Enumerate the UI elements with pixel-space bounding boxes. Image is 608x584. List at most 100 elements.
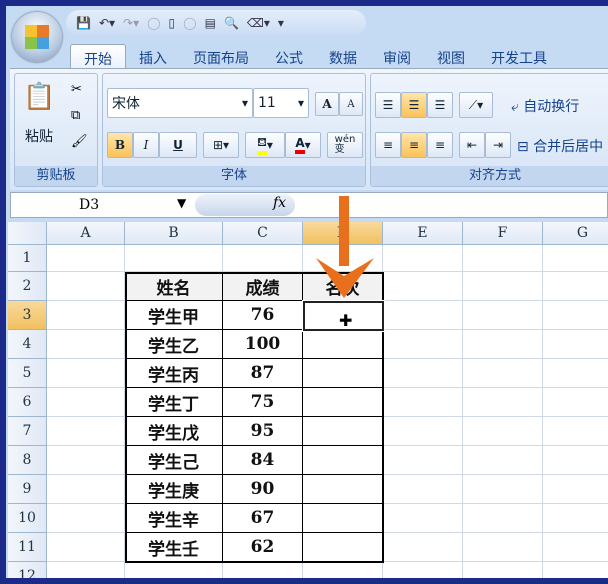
table-cell[interactable]: 87: [223, 359, 303, 388]
italic-button[interactable]: I: [133, 132, 159, 158]
row-header-8[interactable]: 8: [8, 446, 47, 475]
decrease-indent-button[interactable]: ⇤: [459, 132, 485, 158]
eraser-icon[interactable]: ⌫▾: [247, 16, 270, 30]
copy-icon[interactable]: ⧉: [71, 108, 80, 123]
table-cell[interactable]: 学生乙: [125, 330, 223, 359]
undo-icon[interactable]: ↶▾: [99, 16, 115, 30]
row-header-9[interactable]: 9: [8, 475, 47, 504]
table-cell[interactable]: 学生戊: [125, 417, 223, 446]
table-cell[interactable]: 67: [223, 504, 303, 533]
table-cell[interactable]: 学生甲: [125, 301, 223, 330]
grow-font-button[interactable]: A: [315, 92, 339, 116]
merge-icon: ⊟: [517, 139, 529, 155]
new-icon[interactable]: ▯: [169, 16, 176, 30]
column-header-f[interactable]: F: [463, 222, 543, 245]
cut-icon[interactable]: ✂: [71, 82, 82, 97]
align-top-button[interactable]: ☰: [375, 92, 401, 118]
shrink-font-button[interactable]: A: [339, 92, 363, 116]
excel-window: 💾 ↶▾ ↷▾ ◯ ▯ ◯ ▤ 🔍 ⌫▾ ▾ 开始 插入 页面布局 公式 数据 …: [6, 6, 608, 578]
table-cell[interactable]: 76: [223, 301, 303, 330]
row-header-4[interactable]: 4: [8, 330, 47, 359]
name-box-dropdown-icon[interactable]: ▼: [177, 196, 186, 210]
table-cell[interactable]: 学生壬: [125, 533, 223, 562]
row-header-5[interactable]: 5: [8, 359, 47, 388]
align-bottom-button[interactable]: ☰: [427, 92, 453, 118]
column-header-c[interactable]: C: [223, 222, 303, 245]
font-color-button[interactable]: A ▾: [285, 132, 321, 158]
table-cell[interactable]: [303, 330, 383, 359]
row-header-3[interactable]: 3: [8, 301, 47, 330]
arrow-annotation-icon: [316, 196, 374, 298]
merge-center-button[interactable]: ⊟ 合并后居中: [517, 136, 603, 156]
format-painter-icon[interactable]: 🖌: [71, 134, 88, 149]
table-cell[interactable]: 学生丁: [125, 388, 223, 417]
column-header-e[interactable]: E: [383, 222, 463, 245]
font-size-select[interactable]: 11 ▾: [253, 88, 309, 118]
orientation-button[interactable]: ⟋▾: [459, 92, 493, 118]
border-icon: ⊞▾: [212, 138, 230, 152]
merge-label: 合并后居中: [533, 139, 604, 155]
table-header-cell[interactable]: 成绩: [223, 272, 303, 301]
table-cell[interactable]: 学生丙: [125, 359, 223, 388]
insert-function-button[interactable]: fx: [273, 195, 286, 211]
table-header-cell[interactable]: 姓名: [125, 272, 223, 301]
table-cell[interactable]: 84: [223, 446, 303, 475]
table-cell[interactable]: [303, 388, 383, 417]
clipboard-label: 剪贴板: [15, 166, 97, 186]
select-all-button[interactable]: [8, 222, 47, 245]
phonetic-button[interactable]: wén 变: [327, 132, 363, 158]
office-logo-icon: [25, 25, 49, 49]
form-icon[interactable]: ▤: [205, 16, 216, 30]
paste-icon: 📋: [23, 82, 56, 112]
table-cell[interactable]: 75: [223, 388, 303, 417]
table-cell[interactable]: 95: [223, 417, 303, 446]
table-cell[interactable]: [303, 446, 383, 475]
table-cell[interactable]: 90: [223, 475, 303, 504]
column-header-a[interactable]: A: [47, 222, 125, 245]
row-header-7[interactable]: 7: [8, 417, 47, 446]
bold-button[interactable]: B: [107, 132, 133, 158]
align-middle-button[interactable]: ☰: [401, 92, 427, 118]
border-button[interactable]: ⊞▾: [203, 132, 239, 158]
alignment-group: ☰ ☰ ☰ ⟋▾ ⤶ 自动换行 ≡ ≡ ≡ ⇤ ⇥ ⊟ 合并后居中 对齐方式: [370, 73, 608, 187]
table-cell[interactable]: 学生庚: [125, 475, 223, 504]
align-left-button[interactable]: ≡: [375, 132, 401, 158]
column-header-g[interactable]: G: [543, 222, 608, 245]
font-label: 字体: [103, 166, 365, 186]
column-header-b[interactable]: B: [125, 222, 223, 245]
table-cell[interactable]: [303, 359, 383, 388]
wrap-text-button[interactable]: ⤶ 自动换行: [511, 96, 579, 116]
print-preview-icon[interactable]: 🔍: [224, 16, 239, 30]
row-header-2[interactable]: 2: [8, 272, 47, 301]
table-cell[interactable]: [303, 475, 383, 504]
table-cell[interactable]: 学生辛: [125, 504, 223, 533]
table-cell[interactable]: 100: [223, 330, 303, 359]
row-header-11[interactable]: 11: [8, 533, 47, 562]
font-name-select[interactable]: 宋体 ▾: [107, 88, 253, 118]
circle-icon[interactable]: ◯: [147, 16, 160, 30]
name-box[interactable]: D3: [11, 193, 191, 217]
row-header-1[interactable]: 1: [8, 245, 47, 272]
redo-icon[interactable]: ↷▾: [123, 16, 139, 30]
fill-color-button[interactable]: ⛾ ▾: [245, 132, 285, 158]
table-cell[interactable]: [303, 417, 383, 446]
open-icon[interactable]: ◯: [183, 16, 196, 30]
underline-button[interactable]: U: [159, 132, 197, 158]
align-center-button[interactable]: ≡: [401, 132, 427, 158]
row-header-12[interactable]: 12: [8, 562, 47, 578]
row-header-6[interactable]: 6: [8, 388, 47, 417]
table-cell[interactable]: [303, 504, 383, 533]
customize-icon[interactable]: ▾: [278, 16, 284, 30]
table-cell[interactable]: 62: [223, 533, 303, 562]
row-header-10[interactable]: 10: [8, 504, 47, 533]
save-icon[interactable]: 💾: [76, 16, 91, 30]
fill-bucket-icon: ⛾: [257, 135, 267, 155]
office-button[interactable]: [12, 12, 62, 62]
cell-cursor-icon: ✚: [339, 311, 353, 330]
paste-button[interactable]: 粘贴: [25, 126, 53, 146]
font-size-value: 11: [258, 95, 276, 111]
table-cell[interactable]: 学生己: [125, 446, 223, 475]
table-cell[interactable]: [303, 533, 383, 562]
align-right-button[interactable]: ≡: [427, 132, 453, 158]
increase-indent-button[interactable]: ⇥: [485, 132, 511, 158]
